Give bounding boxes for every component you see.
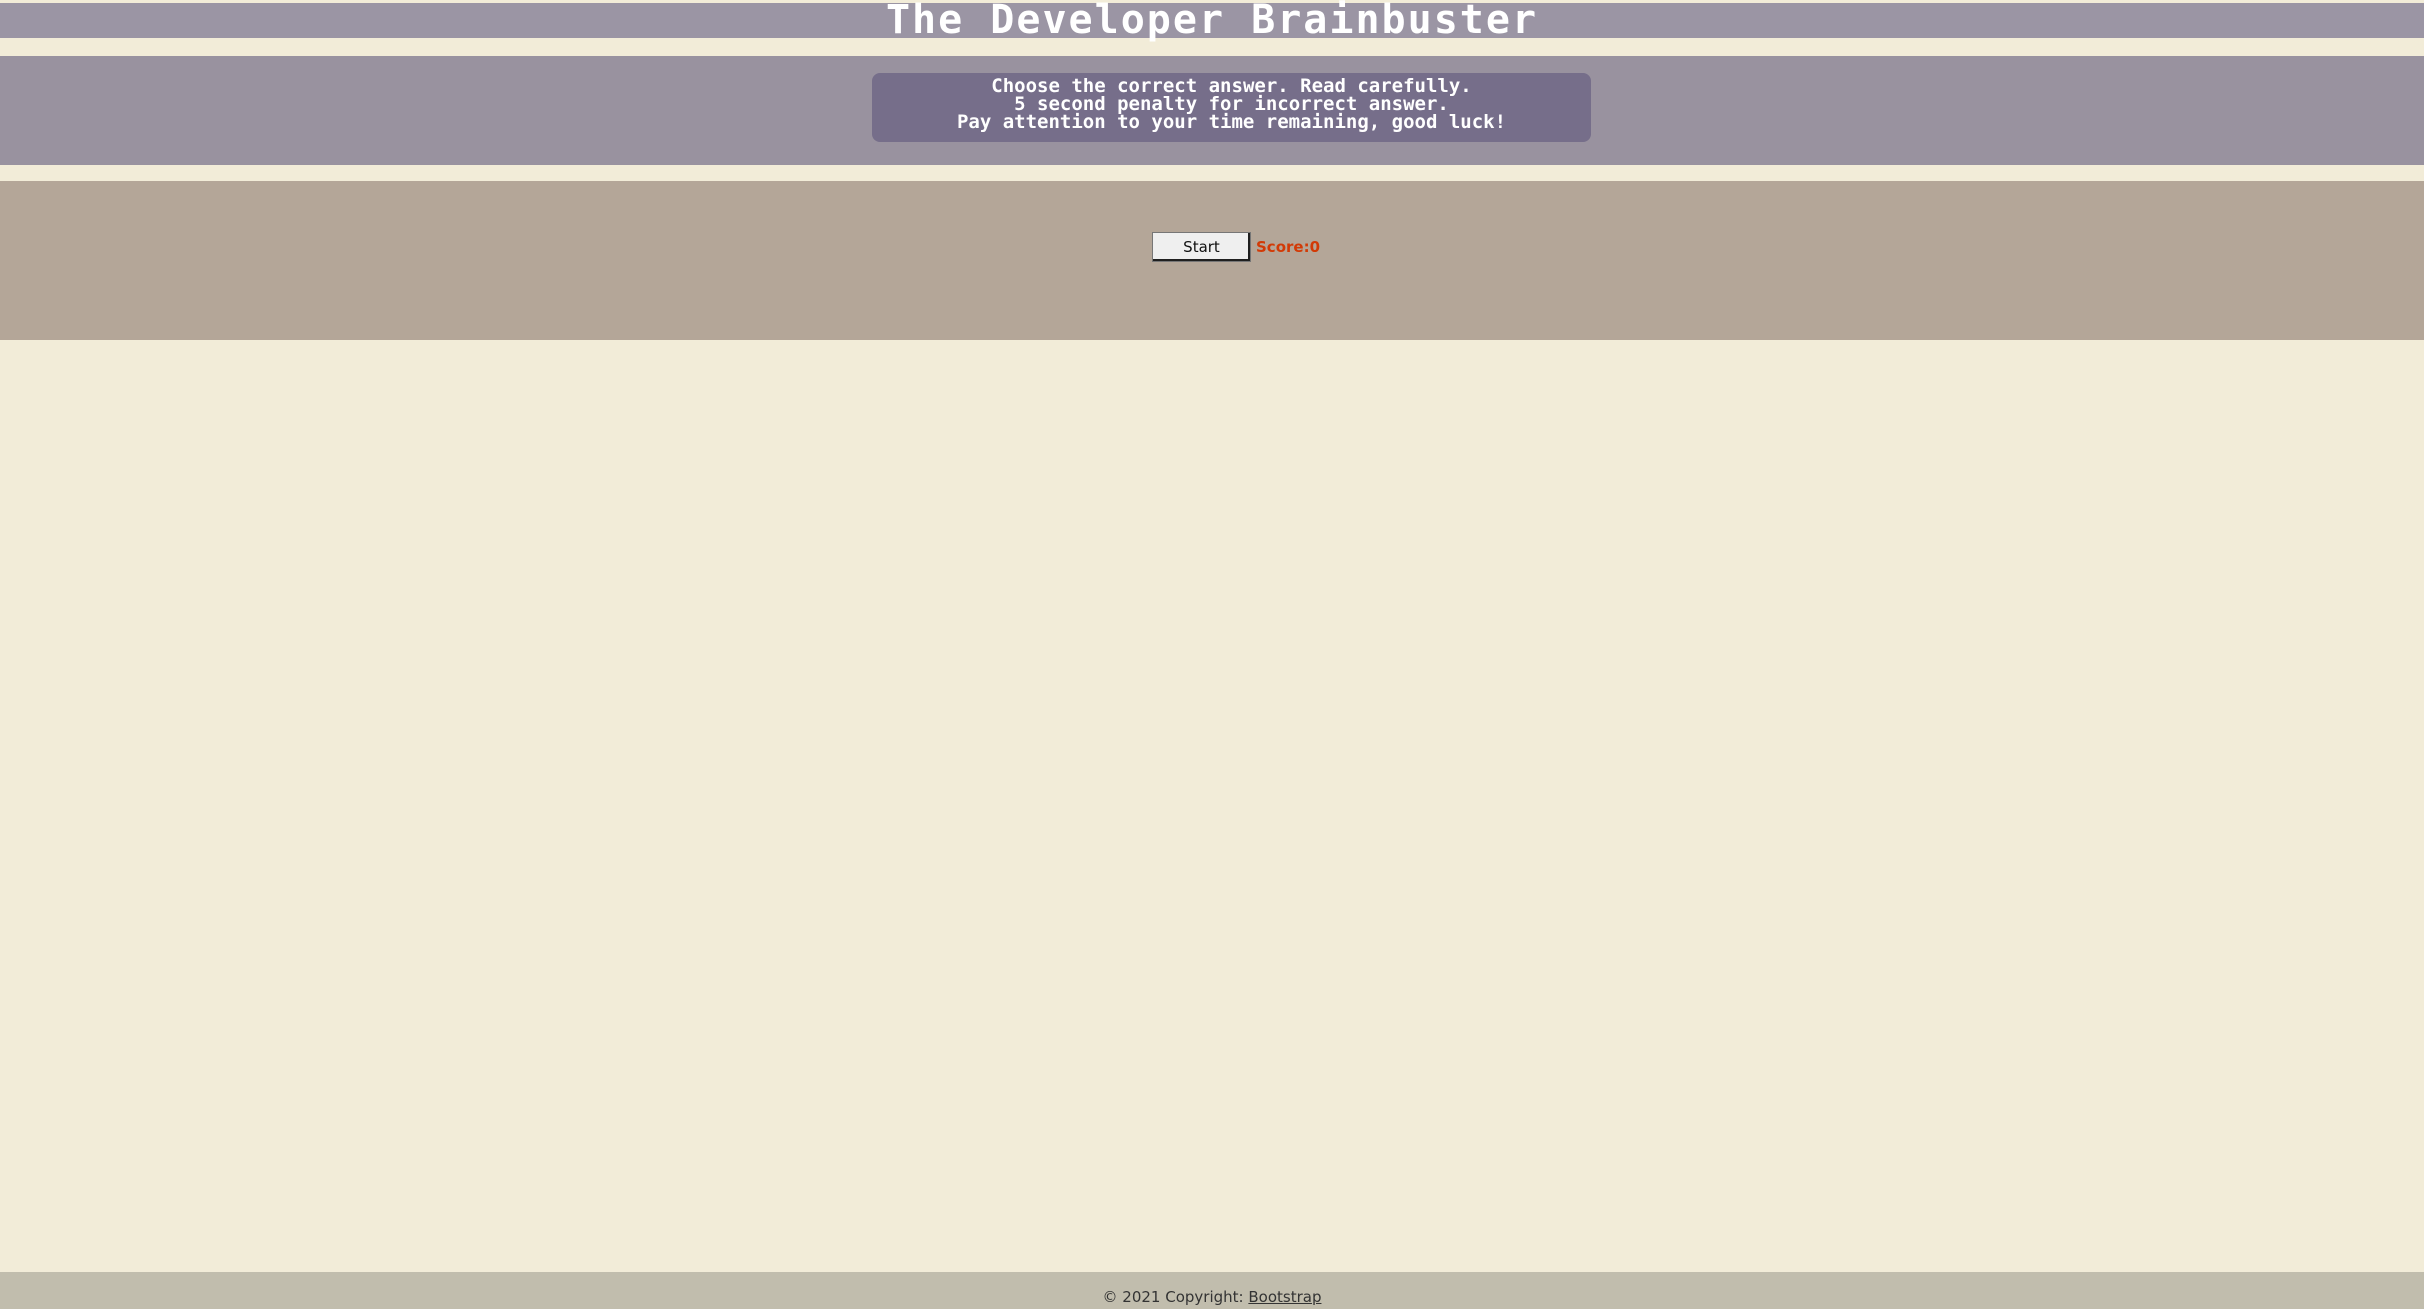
- score-display: Score:0: [1256, 236, 1320, 258]
- score-label: Score:: [1256, 238, 1310, 256]
- page-title: The Developer Brainbuster: [885, 0, 1539, 43]
- score-value: 0: [1309, 238, 1321, 256]
- title-bar: The Developer Brainbuster: [0, 0, 2424, 40]
- instructions-band: Choose the correct answer. Read carefull…: [0, 56, 2424, 165]
- footer: © 2021 Copyright: Bootstrap: [0, 1272, 2424, 1309]
- footer-content: © 2021 Copyright: Bootstrap: [0, 1288, 2424, 1306]
- instruction-line-3: Pay attention to your time remaining, go…: [956, 111, 1507, 133]
- copyright-text: © 2021 Copyright:: [1102, 1288, 1249, 1306]
- start-button[interactable]: Start: [1152, 232, 1251, 262]
- quiz-area: Start Score:0: [0, 181, 2424, 340]
- bootstrap-link[interactable]: Bootstrap: [1248, 1288, 1321, 1306]
- instructions-box: Choose the correct answer. Read carefull…: [872, 73, 1591, 142]
